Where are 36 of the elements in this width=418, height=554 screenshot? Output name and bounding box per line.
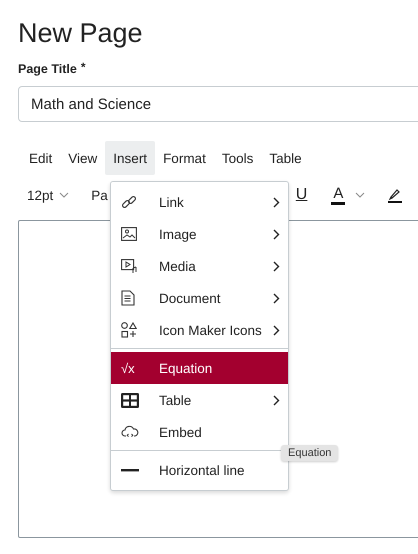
page-heading: New Page (18, 17, 144, 50)
required-mark: * (80, 62, 86, 76)
field-label: Page Title (18, 62, 77, 76)
square-root-symbol: √x (121, 360, 135, 376)
media-icon (121, 258, 138, 274)
menu-item[interactable]: Icon Maker Icons (111, 314, 288, 346)
chevron-down-icon (59, 192, 70, 198)
menu-item[interactable]: √x Equation (111, 352, 288, 384)
highlighter-icon[interactable] (387, 187, 404, 203)
underline-button[interactable]: U (292, 186, 312, 204)
menu-tab[interactable]: Insert (105, 141, 156, 175)
menu-tab[interactable]: Table (261, 141, 310, 175)
menu-tab[interactable]: View (60, 141, 106, 175)
menu-item[interactable]: Link (111, 186, 288, 218)
link-icon (121, 194, 137, 210)
table-icon (121, 392, 139, 408)
menu-tab[interactable]: Format (155, 141, 214, 175)
menu-item[interactable]: Table (111, 384, 288, 416)
image-icon (121, 227, 137, 241)
document-icon (121, 290, 135, 306)
menu-item[interactable]: Horizontal line (111, 454, 288, 486)
menu-item[interactable]: Embed (111, 416, 288, 448)
paragraph-dropdown[interactable]: Pa (91, 188, 108, 202)
horizontal-line-icon (121, 468, 139, 472)
menu-item[interactable]: Image (111, 218, 288, 250)
text-color-button[interactable]: A (331, 186, 346, 204)
tooltip: Equation (281, 445, 338, 461)
menu-item[interactable]: Document (111, 282, 288, 314)
font-size-dropdown[interactable]: 12pt (23, 188, 74, 202)
menu-tab[interactable]: Edit (21, 141, 60, 175)
menu-item[interactable]: Media (111, 250, 288, 282)
shapes-icon (121, 322, 137, 338)
menu-tab[interactable]: Tools (214, 141, 262, 175)
chevron-down-icon[interactable] (355, 192, 366, 198)
input-field[interactable]: Math and Science (18, 86, 418, 122)
cloud-icon (121, 425, 139, 439)
